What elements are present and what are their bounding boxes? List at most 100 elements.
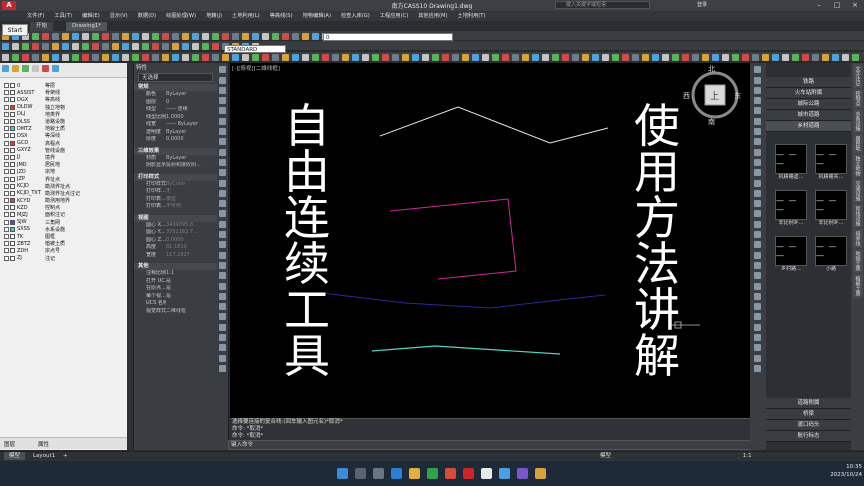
layer-row[interactable]: ZJ 注记 xyxy=(0,255,127,262)
symbol-category-item[interactable]: 渡口码头 xyxy=(766,420,851,431)
toolbar-button-icon[interactable] xyxy=(391,53,399,61)
layer-row[interactable]: DLSS 道路设施 xyxy=(0,118,127,125)
toolbar-button-icon[interactable] xyxy=(691,53,699,61)
layer-row[interactable]: DLJ 地类界 xyxy=(0,111,127,118)
toolbar-button-icon[interactable] xyxy=(201,32,209,40)
layer-visibility-checkbox[interactable] xyxy=(4,198,9,204)
symbol-category-item[interactable]: 火车站附属 xyxy=(766,88,851,99)
edit-tool-icon[interactable] xyxy=(754,107,761,115)
tab-drawing1[interactable]: Drawing1* xyxy=(66,22,108,31)
property-row[interactable]: UCS 名称 xyxy=(134,300,217,308)
toolbar-button-icon[interactable] xyxy=(461,53,469,61)
draw-tool-icon[interactable] xyxy=(219,200,226,208)
toolbar-button-icon[interactable] xyxy=(1,42,9,50)
menu-item-6[interactable]: 地籍(J) xyxy=(201,11,227,21)
property-row[interactable]: 阴影显示 投射和接收阴... xyxy=(134,162,217,170)
layer-visibility-checkbox[interactable] xyxy=(4,97,9,103)
toolbar-button-icon[interactable] xyxy=(311,32,319,40)
toolbar-button-icon[interactable] xyxy=(711,53,719,61)
draw-tool-icon[interactable] xyxy=(219,76,226,84)
draw-tool-icon[interactable] xyxy=(219,292,226,300)
app-icon-white[interactable] xyxy=(481,468,492,479)
edit-tool-icon[interactable] xyxy=(754,179,761,187)
toolbar-button-icon[interactable] xyxy=(781,53,789,61)
layer-visibility-checkbox[interactable] xyxy=(4,169,9,175)
layer-row[interactable]: SJW 三角网 xyxy=(0,219,127,226)
toolbar-button-icon[interactable] xyxy=(111,53,119,61)
vertical-category-tab[interactable]: 境界线 xyxy=(852,229,863,248)
draw-tool-icon[interactable] xyxy=(219,282,226,290)
toolbar-button-icon[interactable] xyxy=(281,32,289,40)
toolbar-button-icon[interactable] xyxy=(801,53,809,61)
toolbar-button-icon[interactable] xyxy=(151,32,159,40)
toolbar-button-icon[interactable] xyxy=(431,53,439,61)
menu-item-1[interactable]: 工具(T) xyxy=(49,11,77,21)
edit-tool-icon[interactable] xyxy=(754,364,761,372)
toolbar-button-icon[interactable] xyxy=(41,42,49,50)
layer-visibility-checkbox[interactable] xyxy=(4,154,9,160)
layer-visibility-checkbox[interactable] xyxy=(4,248,9,254)
layer-visibility-checkbox[interactable] xyxy=(4,205,9,211)
tab-model[interactable]: 模型 xyxy=(4,452,26,460)
toolbar-button-icon[interactable] xyxy=(291,32,299,40)
draw-tool-icon[interactable] xyxy=(219,251,226,259)
draw-tool-icon[interactable] xyxy=(219,313,226,321)
property-row[interactable]: 在原点... 是 xyxy=(134,285,217,293)
menu-item-11[interactable]: 工程应用(C) xyxy=(375,11,413,21)
toolbar-button-icon[interactable] xyxy=(151,53,159,61)
compass-east[interactable]: 东 xyxy=(734,91,741,101)
toolbar-button-icon[interactable] xyxy=(21,42,29,50)
toolbar-button-icon[interactable] xyxy=(111,32,119,40)
edit-tool-icon[interactable] xyxy=(754,86,761,94)
menu-item-9[interactable]: 地物编辑(A) xyxy=(298,11,336,21)
symbol-tile[interactable]: — — — 机耕路实... xyxy=(812,144,850,182)
toolbar-button-icon[interactable] xyxy=(31,53,39,61)
toolbar-button-icon[interactable] xyxy=(741,53,749,61)
layer-row[interactable]: 0 等层 xyxy=(0,82,127,89)
edit-tool-icon[interactable] xyxy=(754,323,761,331)
viewcube[interactable]: 北 南 东 西 上 xyxy=(680,63,750,133)
toolbar-button-icon[interactable] xyxy=(671,53,679,61)
layer-visibility-checkbox[interactable] xyxy=(4,190,9,196)
toolbar-button-icon[interactable] xyxy=(101,53,109,61)
toolbar-button-icon[interactable] xyxy=(261,32,269,40)
toolbar-button-icon[interactable] xyxy=(141,32,149,40)
toolbar-button-icon[interactable] xyxy=(721,53,729,61)
toolbar-button-icon[interactable] xyxy=(471,53,479,61)
edit-tool-icon[interactable] xyxy=(754,210,761,218)
property-row[interactable]: 打印样... 无 xyxy=(134,188,217,196)
toolbar-button-icon[interactable] xyxy=(181,32,189,40)
search-taskbar-icon[interactable] xyxy=(355,468,366,479)
toolbar-button-icon[interactable] xyxy=(231,32,239,40)
minimize-icon[interactable]: – xyxy=(810,0,828,11)
toolbar-button-icon[interactable] xyxy=(571,53,579,61)
toolbar-button-icon[interactable] xyxy=(101,42,109,50)
toolbar-button-icon[interactable] xyxy=(341,53,349,61)
layer-visibility-checkbox[interactable] xyxy=(4,126,9,132)
toolbar-button-icon[interactable] xyxy=(211,53,219,61)
toolbar-button-icon[interactable] xyxy=(531,53,539,61)
menu-item-2[interactable]: 编辑(E) xyxy=(77,11,105,21)
toolbar-button-icon[interactable] xyxy=(171,32,179,40)
property-section-header[interactable]: 常规 xyxy=(134,84,217,91)
layer-row[interactable]: JJ 境界 xyxy=(0,154,127,161)
compass-west[interactable]: 西 xyxy=(683,91,690,101)
draw-tool-icon[interactable] xyxy=(219,334,226,342)
toolbar-button-icon[interactable] xyxy=(521,53,529,61)
chrome-icon[interactable] xyxy=(427,468,438,479)
toolbar-button-icon[interactable] xyxy=(1,53,9,61)
cass-app-icon[interactable] xyxy=(463,468,474,479)
toolbar-button-icon[interactable] xyxy=(171,53,179,61)
layer-visibility-checkbox[interactable] xyxy=(4,219,9,225)
layer-visibility-checkbox[interactable] xyxy=(4,140,9,146)
property-section-header[interactable]: 其他 xyxy=(134,263,217,270)
toolbar-button-icon[interactable] xyxy=(161,42,169,50)
toolbar-button-icon[interactable] xyxy=(731,53,739,61)
vertical-category-tab[interactable]: 文字注记 xyxy=(852,64,863,88)
draw-tool-icon[interactable] xyxy=(219,97,226,105)
draw-tool-icon[interactable] xyxy=(219,231,226,239)
toolbar-button-icon[interactable] xyxy=(281,53,289,61)
edit-tool-icon[interactable] xyxy=(754,272,761,280)
compass-south[interactable]: 南 xyxy=(708,117,715,127)
toolbar-button-icon[interactable] xyxy=(411,53,419,61)
